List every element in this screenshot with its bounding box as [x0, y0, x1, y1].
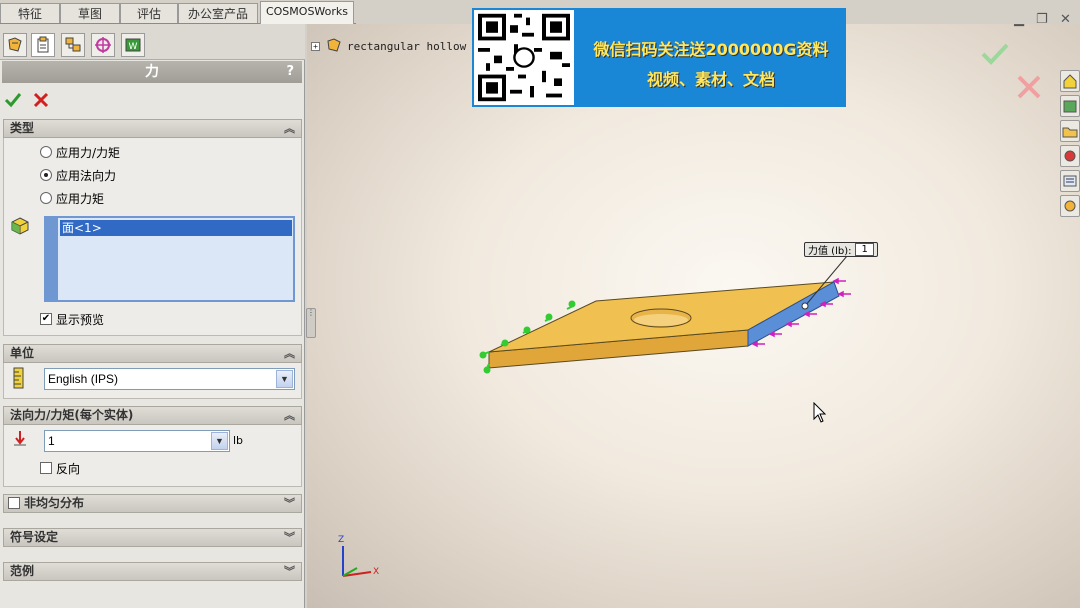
units-value: English (IPS)	[48, 372, 119, 386]
option-apply-force-moment[interactable]: 应用力/力矩	[40, 143, 120, 161]
option-label: 应用力矩	[56, 191, 105, 206]
callout-label: 力值 (lb):	[808, 246, 852, 257]
promo-banner: 微信扫码关注送2000000G资料 视频、素材、文档	[472, 8, 846, 107]
cancel-x-icon[interactable]	[32, 91, 50, 112]
selected-faces-list[interactable]: 面<1>	[44, 216, 295, 302]
option-apply-normal-force[interactable]: 应用法向力	[40, 166, 116, 184]
property-manager-icon[interactable]	[31, 33, 55, 57]
normal-force-icon	[12, 430, 28, 449]
section-title: 单位	[10, 346, 35, 360]
force-value-callout[interactable]: 力值 (lb): 1	[804, 242, 878, 257]
search-icon[interactable]	[1060, 145, 1080, 167]
task-pane-tabs	[1060, 70, 1080, 220]
triad-x-label: X	[373, 567, 380, 577]
option-apply-torque[interactable]: 应用力矩	[40, 189, 104, 207]
view-palette-icon[interactable]	[1060, 170, 1080, 192]
mouse-cursor-icon	[813, 402, 827, 423]
radio-button-selected[interactable]	[40, 169, 52, 181]
collapse-chevron-icon[interactable]: ︽	[284, 407, 295, 424]
property-manager-title: 力 ?	[2, 61, 302, 83]
banner-headline: 微信扫码关注送2000000G资料	[593, 40, 829, 59]
cosmos-manager-icon[interactable]: W	[121, 33, 145, 57]
restore-icon[interactable]: ❐	[1036, 12, 1048, 27]
units-select[interactable]: English (IPS) ▼	[44, 368, 295, 390]
radio-button[interactable]	[40, 192, 52, 204]
expand-chevron-icon[interactable]: ︾	[284, 529, 295, 546]
section-title: 范例	[10, 564, 35, 578]
panel-splitter-handle[interactable]: ⋮	[306, 308, 316, 338]
force-unit-label: lb	[233, 434, 244, 447]
qr-code-icon	[474, 10, 574, 105]
help-button[interactable]: ?	[286, 61, 294, 83]
section-title: 符号设定	[10, 530, 59, 544]
checkbox-label: 反向	[56, 461, 81, 476]
reverse-direction-checkbox[interactable]: 反向	[40, 459, 80, 477]
confirm-cancel-icon[interactable]	[1016, 74, 1042, 100]
tab-sketch[interactable]: 草图	[60, 3, 120, 23]
home-icon[interactable]	[1060, 70, 1080, 92]
nonuniform-section-header[interactable]: 非均匀分布 ︾	[3, 494, 302, 513]
chevron-down-icon[interactable]: ▼	[211, 432, 228, 450]
units-ruler-icon	[12, 367, 26, 392]
section-title: 非均匀分布	[24, 496, 85, 510]
units-section-body: English (IPS) ▼	[3, 363, 302, 399]
configuration-manager-icon[interactable]	[61, 33, 85, 57]
checkbox-checked[interactable]: ✔	[40, 313, 52, 325]
option-label: 应用力/力矩	[56, 145, 121, 160]
type-section-body: 应用力/力矩 应用法向力 应用力矩 面<1> ✔ 显示预览	[3, 138, 302, 336]
model-view[interactable]	[307, 24, 1080, 608]
symbol-section-header[interactable]: 符号设定 ︾	[3, 528, 302, 547]
type-section-header[interactable]: 类型 ︽	[3, 119, 302, 138]
banner-subline: 视频、素材、文档	[646, 70, 775, 89]
face-selection-icon	[10, 216, 30, 239]
force-value-input[interactable]: 1 ▼	[44, 430, 230, 452]
page-title: 力	[145, 64, 159, 80]
checkbox-label: 显示预览	[56, 312, 105, 327]
close-icon[interactable]: ✕	[1060, 12, 1071, 27]
dimxpert-icon[interactable]	[91, 33, 115, 57]
tab-evaluate[interactable]: 评估	[120, 3, 178, 23]
expand-chevron-icon[interactable]: ︾	[284, 495, 295, 512]
expand-chevron-icon[interactable]: ︾	[284, 563, 295, 580]
units-section-header[interactable]: 单位 ︽	[3, 344, 302, 363]
callout-value: 1	[855, 243, 874, 256]
property-manager-panel: W 力 ? 类型 ︽ 应用力/力矩 应用法向力 应用力矩 面<1> ✔ 显示预览…	[0, 24, 305, 608]
graphics-area[interactable]: + rectangular hollow p 力值 (lb): 1 Z X	[307, 24, 1080, 608]
minimize-icon[interactable]: ▁	[1014, 12, 1024, 27]
checkbox[interactable]	[8, 497, 20, 509]
list-accent-bar	[46, 218, 58, 300]
feature-manager-icon[interactable]	[3, 33, 27, 57]
force-value: 1	[48, 434, 55, 448]
svg-text:W: W	[129, 42, 138, 52]
example-section-header[interactable]: 范例 ︾	[3, 562, 302, 581]
file-explorer-icon[interactable]	[1060, 120, 1080, 142]
design-library-icon[interactable]	[1060, 95, 1080, 117]
ok-check-icon[interactable]	[4, 91, 22, 112]
list-item[interactable]: 面<1>	[60, 220, 292, 236]
chevron-down-icon[interactable]: ▼	[276, 370, 293, 388]
show-preview-checkbox[interactable]: ✔ 显示预览	[40, 310, 104, 328]
tab-cosmosworks[interactable]: COSMOSWorks	[260, 1, 354, 24]
collapse-chevron-icon[interactable]: ︽	[284, 345, 295, 362]
force-section-body: 1 ▼ lb 反向	[3, 425, 302, 487]
option-label: 应用法向力	[56, 168, 117, 183]
tab-office-products[interactable]: 办公室产品	[178, 3, 258, 23]
triad-z-label: Z	[338, 535, 345, 545]
appearance-icon[interactable]	[1060, 195, 1080, 217]
checkbox[interactable]	[40, 462, 52, 474]
section-title: 法向力/力矩(每个实体)	[10, 408, 134, 422]
collapse-chevron-icon[interactable]: ︽	[284, 120, 295, 137]
section-title: 类型	[10, 121, 35, 135]
manager-tab-row: W	[0, 24, 305, 60]
axis-triad	[342, 546, 372, 577]
radio-button[interactable]	[40, 146, 52, 158]
force-section-header[interactable]: 法向力/力矩(每个实体) ︽	[3, 406, 302, 425]
command-manager-tabs: 特征 草图 评估 办公室产品 COSMOSWorks	[0, 0, 356, 24]
tab-features[interactable]: 特征	[0, 3, 60, 23]
confirm-ok-icon[interactable]	[980, 42, 1010, 66]
